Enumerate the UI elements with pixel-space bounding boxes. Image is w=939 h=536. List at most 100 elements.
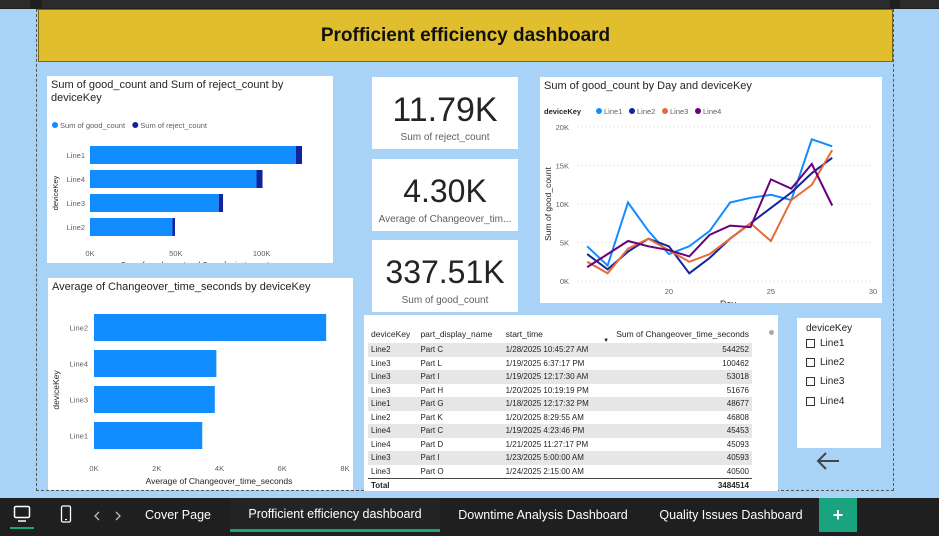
desktop-view-icon[interactable]	[13, 505, 31, 523]
checkbox[interactable]	[806, 377, 815, 386]
category-label: Line2	[67, 223, 85, 232]
x-tick-label: 50K	[169, 249, 182, 258]
table-row[interactable]: Line2 Part C 1/28/2025 10:45:27 AM 544252	[368, 343, 752, 357]
table-row[interactable]: Line1 Part G 1/18/2025 12:17:32 PM 48677	[368, 397, 752, 411]
top-strip-segment	[900, 0, 939, 8]
x-tick-label: 0K	[85, 249, 94, 258]
legend-label: Line2	[637, 107, 655, 116]
table-total-row: Total 3484514	[368, 478, 752, 493]
table-cell: 1/23/2025 5:00:00 AM	[502, 451, 601, 465]
column-header[interactable]: deviceKey	[368, 325, 417, 343]
kpi-value: 11.79K	[392, 91, 498, 129]
table-row[interactable]: Line4 Part C 1/19/2025 4:23:46 PM 45453	[368, 424, 752, 438]
table-cell: 1/28/2025 10:45:27 AM	[502, 343, 601, 357]
sort-descending-icon: ▼	[603, 338, 610, 344]
tab-cover-page[interactable]: Cover Page	[128, 498, 228, 532]
legend-label: Sum of reject_count	[140, 121, 208, 130]
checkbox[interactable]	[806, 358, 815, 367]
kpi-value: 337.51K	[385, 254, 505, 290]
total-label: Total	[368, 478, 418, 493]
chevron-right-icon[interactable]	[114, 511, 122, 521]
legend-label: Sum of good_count	[60, 121, 126, 130]
table-row[interactable]: Line4 Part D 1/21/2025 11:27:17 PM 45093	[368, 438, 752, 452]
table-cell: Part C	[417, 424, 503, 438]
table-row[interactable]: Line3 Part I 1/23/2025 5:00:00 AM 40593	[368, 451, 752, 465]
checkbox[interactable]	[806, 397, 815, 406]
changeover-chart[interactable]: Average of Changeover_time_seconds by de…	[48, 278, 353, 490]
good-reject-chart[interactable]: Sum of good_count and Sum of reject_coun…	[47, 76, 333, 263]
x-tick-label: 2K	[152, 464, 161, 473]
y-tick-label: 5K	[560, 239, 569, 248]
series-line	[586, 149, 834, 275]
table-cell: 1/20/2025 10:19:19 PM	[505, 385, 589, 395]
table-cell: 1/18/2025 12:17:32 PM	[502, 397, 601, 411]
x-axis-label: Day	[720, 299, 737, 303]
legend-label: Line1	[604, 107, 622, 116]
slicer-item-line1[interactable]: Line1	[806, 338, 844, 349]
table-cell: Line3	[371, 358, 391, 368]
slicer-item-label: Line3	[820, 376, 845, 387]
column-header[interactable]: part_display_name	[417, 325, 502, 343]
slicer-item-label: Line2	[820, 357, 845, 368]
devicekey-slicer[interactable]: deviceKey Line1 Line2 Line3 Line4	[797, 318, 881, 448]
page-tabs-bar: Cover Page Profficient efficiency dashbo…	[0, 498, 939, 536]
x-axis-label: Sum of good_count and Sum of reject_coun…	[121, 260, 270, 263]
chevron-left-icon[interactable]	[93, 511, 101, 521]
mobile-view-icon[interactable]	[60, 505, 72, 523]
table-cell: Part D	[420, 439, 444, 449]
good-count-line-chart[interactable]: Sum of good_count by Day and deviceKey d…	[540, 77, 882, 303]
category-label: Line3	[67, 199, 85, 208]
table-cell: Part I	[417, 370, 503, 384]
category-label: Line1	[70, 432, 88, 441]
kpi-changeover-avg[interactable]: 4.30K Average of Changeover_tim...	[372, 159, 518, 231]
y-axis-label: deviceKey	[51, 175, 60, 210]
top-strip-segment	[42, 0, 890, 8]
table-row[interactable]: Line3 Part H 1/20/2025 10:19:19 PM 51676	[368, 384, 752, 398]
x-tick-label: 30	[869, 287, 877, 296]
table-cell: 40500	[726, 466, 749, 476]
legend-label: Line3	[670, 107, 688, 116]
column-header[interactable]: Sum of Changeover_time_seconds ▼	[600, 325, 752, 344]
changeover-table-grid: deviceKey part_display_name start_time S…	[368, 325, 752, 493]
tab-profficient-efficiency-dashboard[interactable]: Profficient efficiency dashboard	[230, 498, 440, 532]
checkbox[interactable]	[806, 339, 815, 348]
bar-segment	[172, 218, 175, 236]
dashboard-title: Profficient efficiency dashboard	[38, 9, 893, 62]
slicer-item-label: Line1	[820, 338, 845, 349]
scrollbar-handle[interactable]	[769, 330, 774, 335]
slicer-item-line3[interactable]: Line3	[806, 376, 844, 387]
legend-marker	[695, 108, 701, 114]
x-tick-label: 0K	[89, 464, 98, 473]
desktop-view-indicator	[10, 527, 34, 529]
series-line	[586, 138, 833, 268]
slicer-title: deviceKey	[806, 323, 853, 334]
table-row[interactable]: Line3 Part O 1/24/2025 2:15:00 AM 40500	[368, 465, 752, 479]
kpi-label: Sum of good_count	[401, 295, 489, 306]
arrow-left-icon[interactable]	[815, 451, 841, 471]
slicer-item-line2[interactable]: Line2	[806, 357, 844, 368]
x-tick-label: 100K	[253, 249, 271, 258]
kpi-reject-count[interactable]: 11.79K Sum of reject_count	[372, 77, 518, 149]
table-row[interactable]: Line2 Part K 1/20/2025 8:29:55 AM 46808	[368, 411, 752, 425]
table-cell: Part K	[420, 412, 443, 422]
add-page-button[interactable]: +	[819, 498, 857, 532]
table-cell: Line3	[368, 370, 418, 384]
column-header[interactable]: start_time	[503, 325, 601, 343]
table-row[interactable]: Line3 Part L 1/19/2025 6:37:17 PM 100462	[368, 357, 752, 371]
table-row[interactable]: Line3 Part I 1/19/2025 12:17:30 AM 53018	[368, 370, 752, 384]
column-header-label: Sum of Changeover_time_seconds	[616, 329, 749, 339]
category-label: Line3	[70, 396, 88, 405]
changeover-table[interactable]: deviceKey part_display_name start_time S…	[364, 315, 778, 493]
x-tick-label: 4K	[215, 464, 224, 473]
table-cell: Line2	[371, 412, 391, 422]
slicer-item-line4[interactable]: Line4	[806, 396, 844, 407]
table-cell: 100462	[722, 358, 749, 368]
good-count-line-chart-svg: deviceKey Line1 Line2 Line3 Line4 0K 5K 10K 15K 2…	[543, 107, 877, 303]
tab-downtime-analysis-dashboard[interactable]: Downtime Analysis Dashboard	[444, 498, 642, 532]
total-value: 3484514	[600, 478, 752, 493]
tab-quality-issues-dashboard[interactable]: Quality Issues Dashboard	[646, 498, 816, 532]
kpi-good-count[interactable]: 337.51K Sum of good_count	[372, 240, 518, 312]
legend-title: deviceKey	[544, 107, 582, 116]
category-label: Line4	[70, 360, 88, 369]
table-cell: 48677	[600, 397, 752, 411]
